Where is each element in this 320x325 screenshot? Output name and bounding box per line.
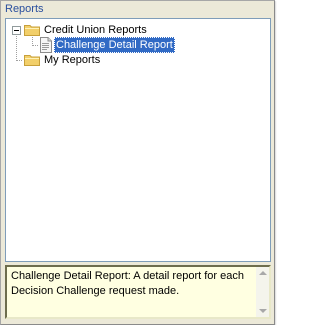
- folder-icon: [24, 25, 40, 36]
- tree-node-credit-union-reports[interactable]: Credit Union Reports: [6, 22, 206, 38]
- reports-panel: Reports Credit Union Reports Challenge D…: [0, 0, 275, 325]
- tree-node-challenge-detail-report[interactable]: Challenge Detail Report: [6, 37, 206, 53]
- report-description-box: Challenge Detail Report: A detail report…: [5, 265, 271, 319]
- description-scrollbar[interactable]: [256, 267, 269, 317]
- scroll-down-icon[interactable]: [259, 309, 267, 313]
- tree-node-label: Challenge Detail Report: [54, 37, 175, 53]
- folder-icon: [24, 55, 40, 66]
- report-document-icon: [40, 37, 52, 53]
- report-description-text: Challenge Detail Report: A detail report…: [11, 270, 244, 297]
- report-tree[interactable]: Credit Union Reports Challenge Detail Re…: [5, 18, 271, 262]
- tree-node-label: Credit Union Reports: [44, 24, 147, 36]
- tree-node-my-reports[interactable]: My Reports: [6, 52, 206, 68]
- panel-title: Reports: [2, 2, 273, 17]
- scroll-up-icon[interactable]: [259, 271, 267, 275]
- tree-node-label: My Reports: [44, 54, 101, 66]
- collapse-toggle-icon[interactable]: [12, 26, 21, 35]
